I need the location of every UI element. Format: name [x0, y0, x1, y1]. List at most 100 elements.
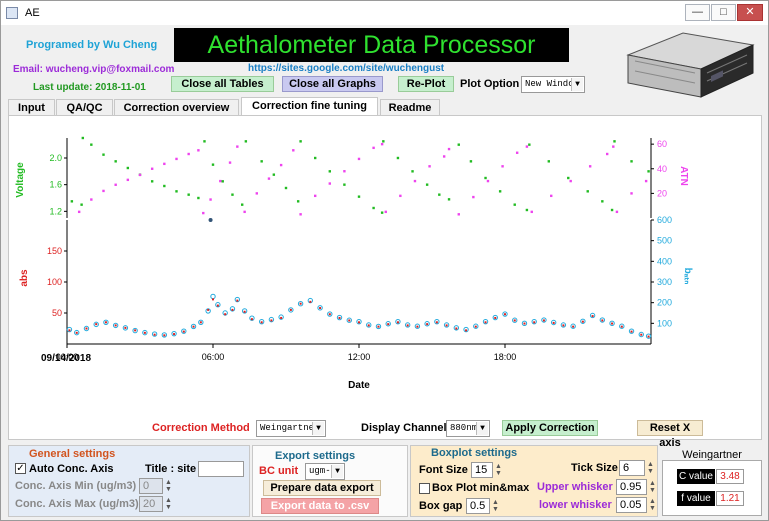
- close-window-button[interactable]: ✕: [737, 4, 763, 21]
- atn-point: [219, 179, 222, 183]
- voltage-point: [102, 153, 105, 156]
- voltage-point: [203, 140, 206, 143]
- atn-point: [243, 210, 246, 214]
- apply-correction-button[interactable]: Apply Correction: [502, 420, 598, 436]
- c-value-field[interactable]: 3.48: [716, 469, 744, 484]
- axis-min-input[interactable]: 0: [139, 478, 163, 494]
- axis-max-stepper[interactable]: ▲ ▼: [165, 497, 173, 511]
- box-gap-input[interactable]: 0.5: [466, 498, 490, 514]
- voltage-point: [610, 208, 614, 212]
- axis-max-input[interactable]: 20: [139, 496, 163, 512]
- close-tables-button[interactable]: Close all Tables: [171, 76, 274, 92]
- f-value-field[interactable]: 1.21: [716, 491, 744, 506]
- title-site-input[interactable]: [198, 461, 244, 477]
- axis-min-stepper[interactable]: ▲ ▼: [165, 479, 173, 493]
- website-link[interactable]: https://sites.google.com/site/wuchengust: [248, 63, 444, 74]
- voltage-point: [469, 160, 473, 163]
- abs-point: [95, 323, 98, 326]
- upper-whisker-stepper[interactable]: ▲ ▼: [649, 480, 657, 494]
- export-csv-button[interactable]: Export data to .csv: [261, 498, 379, 514]
- voltage-point: [382, 140, 385, 143]
- voltage-point: [175, 190, 178, 193]
- atn-point: [472, 195, 475, 199]
- voltage-point: [438, 193, 441, 196]
- tab-input[interactable]: Input: [8, 99, 55, 116]
- abs-point: [173, 333, 176, 336]
- minmax-checkbox[interactable]: [419, 483, 430, 494]
- voltage-point: [163, 184, 166, 188]
- atn-point: [228, 161, 232, 164]
- atn-point: [630, 192, 633, 195]
- tab-correction-overview[interactable]: Correction overview: [114, 99, 239, 116]
- upper-whisker-input[interactable]: 0.95: [616, 479, 647, 495]
- abs-point: [474, 325, 477, 328]
- abs-point: [416, 325, 419, 328]
- atn-point: [267, 177, 271, 180]
- atn-point: [314, 194, 317, 198]
- atn-point: [187, 152, 190, 156]
- voltage-point: [284, 186, 288, 190]
- abs-point: [231, 308, 234, 311]
- voltage-point: [80, 203, 83, 206]
- batn-point: [210, 293, 216, 300]
- atn-point: [209, 198, 212, 201]
- lower-whisker-stepper[interactable]: ▲ ▼: [649, 498, 657, 512]
- abs-point: [192, 325, 195, 328]
- tick-size-stepper[interactable]: ▲ ▼: [647, 461, 655, 475]
- y-tick-label: 200: [657, 298, 672, 308]
- voltage-point: [613, 140, 616, 143]
- chevron-down-icon: ▼: [476, 422, 488, 435]
- axis-min-label: Conc. Axis Min (ug/m3): [15, 480, 137, 492]
- abs-point: [270, 319, 273, 322]
- voltage-point: [114, 160, 117, 163]
- correction-method-dropdown[interactable]: Weingartner ▼: [256, 420, 326, 437]
- app-icon: [6, 7, 18, 19]
- reset-x-axis-button[interactable]: Reset X axis: [637, 420, 703, 449]
- chart-area[interactable]: Voltage ATN abs bₐₜₙ 1.2 1.6 2.0 20 40 60 50 10…: [9, 116, 761, 406]
- atn-point: [255, 192, 258, 195]
- export-settings-panel: Export settings BC unit ugm-3 ▼ Prepare d…: [252, 445, 408, 517]
- atn-point: [114, 183, 117, 186]
- abs-point: [640, 333, 643, 336]
- abs-point: [465, 329, 468, 332]
- lower-whisker-input[interactable]: 0.05: [616, 497, 647, 513]
- x-tick-label: 18:00: [494, 352, 517, 362]
- bc-unit-dropdown[interactable]: ugm-3 ▼: [305, 463, 345, 480]
- atn-point: [77, 210, 81, 214]
- y-tick-label: 1.2: [49, 206, 62, 216]
- abs-point: [114, 324, 117, 327]
- atn-point: [615, 210, 619, 214]
- maximize-button[interactable]: □: [711, 4, 736, 21]
- display-channel-dropdown[interactable]: 880nm ▼: [446, 420, 490, 437]
- x-axis-label: Date: [348, 380, 370, 391]
- atn-point: [550, 194, 553, 198]
- tab-qa-qc[interactable]: QA/QC: [56, 99, 113, 116]
- replot-button[interactable]: Re-Plot: [398, 76, 454, 92]
- x-tick-label: 06:00: [202, 352, 225, 362]
- atn-point: [588, 165, 592, 168]
- abs-point: [124, 326, 127, 329]
- abs-point: [533, 321, 536, 324]
- abs-point: [85, 327, 88, 330]
- abs-point: [236, 299, 239, 302]
- close-graphs-button[interactable]: Close all Graphs: [282, 76, 383, 92]
- box-gap-stepper[interactable]: ▲ ▼: [492, 499, 500, 513]
- tab-readme[interactable]: Readme: [380, 99, 440, 116]
- voltage-point: [525, 208, 529, 212]
- abs-point: [387, 323, 390, 326]
- auto-axis-checkbox[interactable]: ✓: [15, 463, 26, 474]
- tick-size-input[interactable]: 6: [619, 460, 645, 476]
- minimize-button[interactable]: —: [685, 4, 710, 21]
- voltage-point: [447, 198, 451, 201]
- programmer-label: Programed by Wu Cheng: [26, 39, 158, 51]
- font-size-input[interactable]: 15: [471, 462, 493, 478]
- abs-point: [199, 321, 202, 324]
- export-settings-title: Export settings: [275, 450, 356, 462]
- abs-point: [328, 313, 331, 316]
- tab-correction-fine-tuning[interactable]: Correction fine tuning: [241, 97, 378, 116]
- app-window: AE — □ ✕ Programed by Wu Cheng Email: wu…: [0, 0, 769, 521]
- plot-option-dropdown[interactable]: New Window ▼: [521, 76, 585, 93]
- prepare-export-button[interactable]: Prepare data export: [263, 480, 381, 496]
- font-size-stepper[interactable]: ▲ ▼: [495, 463, 503, 477]
- atn-point: [501, 165, 504, 168]
